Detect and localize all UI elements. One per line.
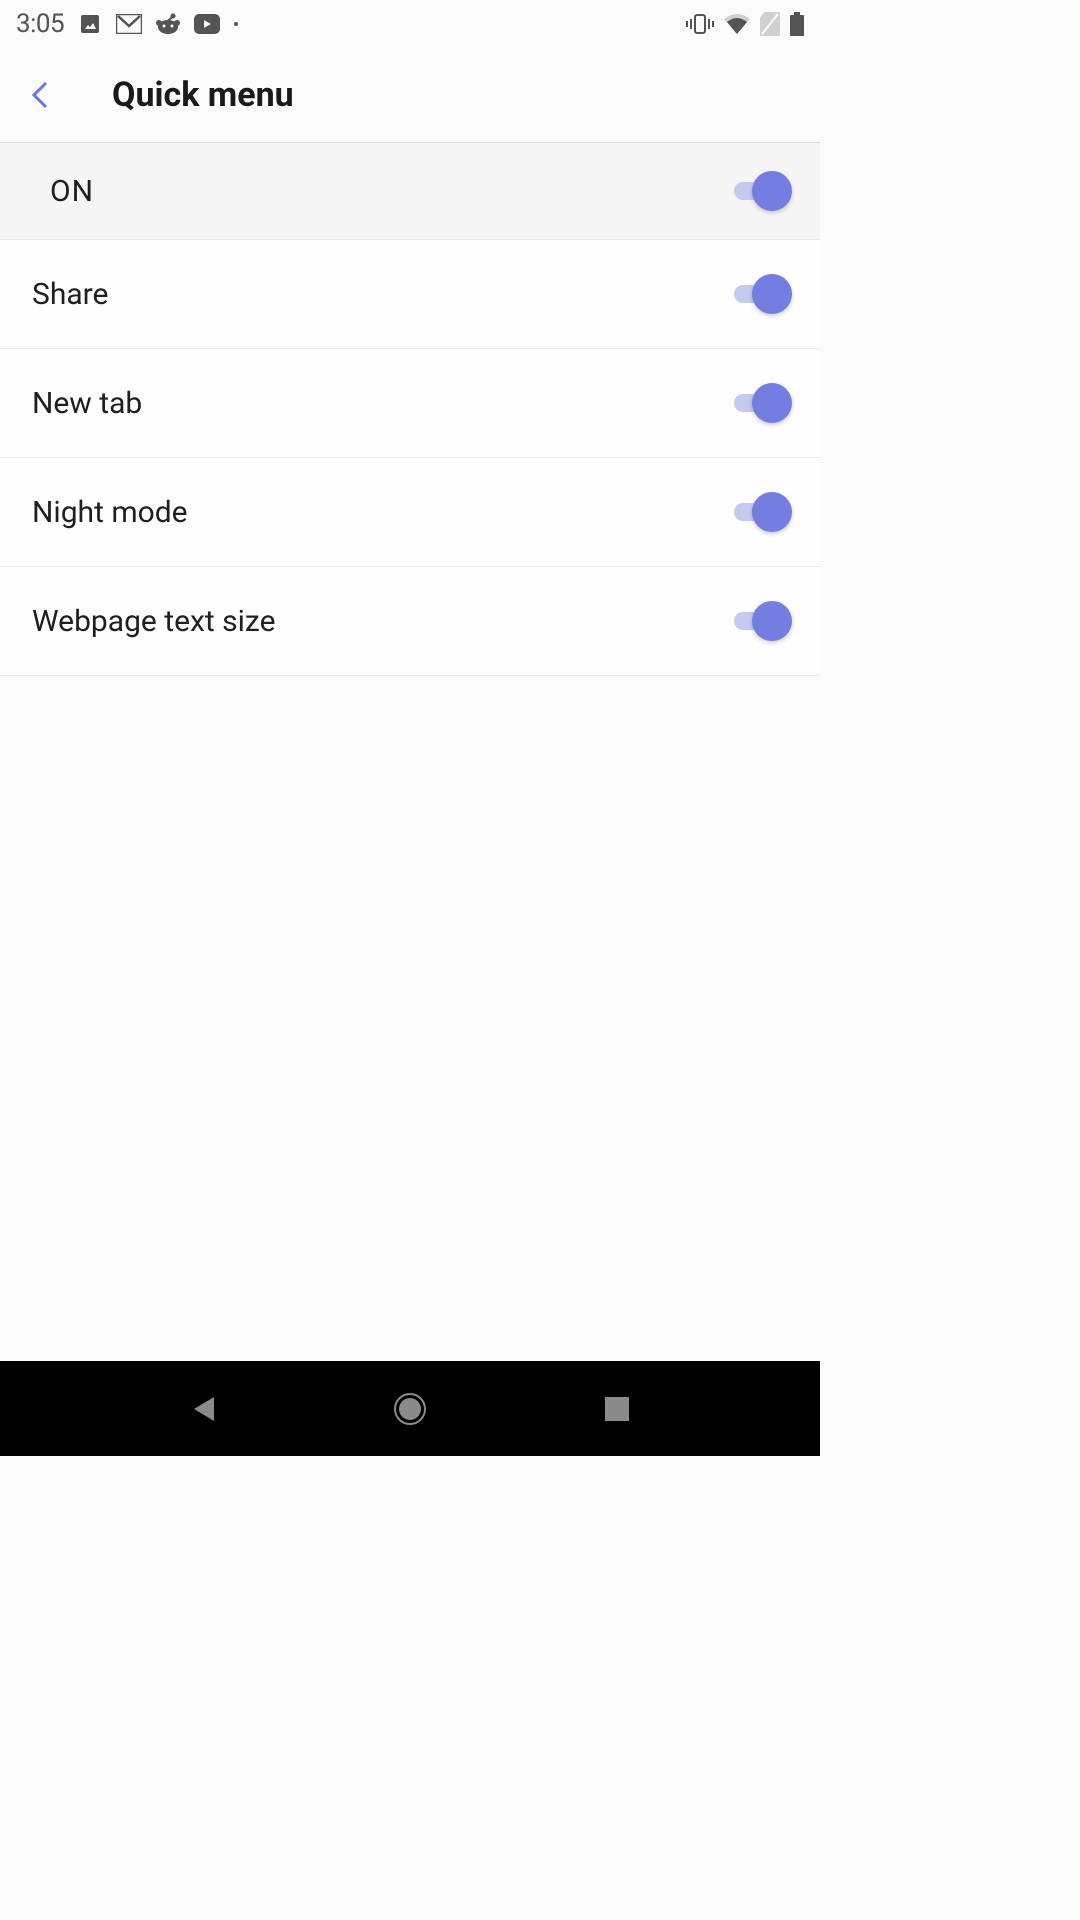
row-label: ON xyxy=(50,174,94,209)
toggle-share[interactable] xyxy=(728,274,788,314)
settings-list: ON Share New tab Night mode Webpage text… xyxy=(0,143,820,676)
row-label: Night mode xyxy=(32,495,188,530)
status-left: 3:05 xyxy=(16,9,238,39)
toggle-master[interactable] xyxy=(728,171,788,211)
back-button[interactable] xyxy=(16,71,64,119)
no-sim-icon xyxy=(760,12,780,36)
image-icon xyxy=(78,12,102,36)
navigation-bar xyxy=(0,1361,820,1456)
mail-icon xyxy=(116,14,142,34)
nav-home-button[interactable] xyxy=(380,1379,440,1439)
youtube-icon xyxy=(194,14,220,34)
toggle-night-mode[interactable] xyxy=(728,492,788,532)
status-bar: 3:05 xyxy=(0,0,820,48)
wifi-icon xyxy=(724,14,750,34)
row-master-toggle[interactable]: ON xyxy=(0,143,820,240)
row-night-mode[interactable]: Night mode xyxy=(0,458,820,567)
battery-icon xyxy=(790,12,804,36)
status-time: 3:05 xyxy=(16,9,64,39)
row-share[interactable]: Share xyxy=(0,240,820,349)
status-icons-right xyxy=(686,12,804,36)
row-label: Share xyxy=(32,277,108,312)
toggle-webpage-text-size[interactable] xyxy=(728,601,788,641)
nav-recent-button[interactable] xyxy=(587,1379,647,1439)
app-bar: Quick menu xyxy=(0,48,820,143)
dot-icon xyxy=(234,22,238,26)
vibrate-icon xyxy=(686,13,714,35)
row-label: Webpage text size xyxy=(32,604,275,639)
row-label: New tab xyxy=(32,386,142,421)
toggle-new-tab[interactable] xyxy=(728,383,788,423)
nav-back-button[interactable] xyxy=(173,1379,233,1439)
row-webpage-text-size[interactable]: Webpage text size xyxy=(0,567,820,676)
status-icons-left xyxy=(78,12,238,36)
row-new-tab[interactable]: New tab xyxy=(0,349,820,458)
page-title: Quick menu xyxy=(112,75,294,115)
chevron-left-icon xyxy=(30,79,50,111)
reddit-icon xyxy=(156,13,180,35)
